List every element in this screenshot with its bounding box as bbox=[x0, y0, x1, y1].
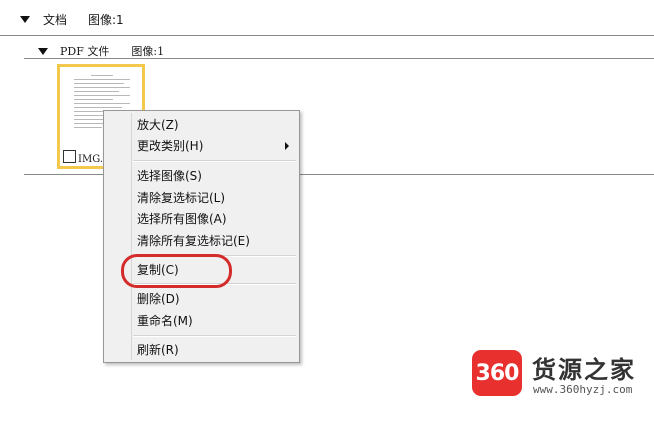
menu-item-select-image[interactable]: 选择图像(S) bbox=[137, 167, 202, 185]
copy-highlight-annotation bbox=[121, 254, 232, 288]
watermark-logo-icon: 360 bbox=[472, 350, 522, 396]
menu-item-zoom[interactable]: 放大(Z) bbox=[137, 116, 179, 134]
submenu-arrow-icon bbox=[285, 142, 289, 150]
menu-gutter bbox=[131, 113, 132, 360]
collapse-triangle-icon[interactable] bbox=[38, 47, 48, 55]
image-count: 图像:1 bbox=[131, 45, 165, 58]
divider bbox=[24, 58, 654, 59]
menu-item-rename[interactable]: 重命名(M) bbox=[137, 312, 193, 330]
image-count: 图像:1 bbox=[88, 13, 124, 27]
watermark-url: www.360hyzj.com bbox=[533, 383, 633, 396]
menu-item-select-all[interactable]: 选择所有图像(A) bbox=[137, 210, 227, 228]
section-title: 文档 bbox=[43, 13, 68, 27]
select-checkbox[interactable] bbox=[63, 150, 76, 163]
menu-item-change-category[interactable]: 更改类别(H) bbox=[137, 137, 203, 155]
section-title: PDF 文件 bbox=[60, 45, 110, 58]
menu-separator bbox=[133, 160, 296, 162]
menu-separator bbox=[133, 335, 296, 337]
menu-item-clear-check[interactable]: 清除复选标记(L) bbox=[137, 189, 225, 207]
context-menu: 放大(Z) 更改类别(H) 选择图像(S) 清除复选标记(L) 选择所有图像(A… bbox=[103, 110, 300, 363]
menu-item-delete[interactable]: 删除(D) bbox=[137, 290, 180, 308]
divider bbox=[0, 35, 654, 36]
section-header-pdf[interactable]: PDF 文件 图像:1 bbox=[38, 43, 164, 59]
section-header-documents[interactable]: 文档 图像:1 bbox=[20, 11, 124, 28]
collapse-triangle-icon[interactable] bbox=[20, 16, 30, 23]
watermark-name: 货源之家 bbox=[532, 356, 636, 384]
menu-item-refresh[interactable]: 刷新(R) bbox=[137, 341, 179, 359]
menu-item-clear-all-checks[interactable]: 清除所有复选标记(E) bbox=[137, 232, 250, 250]
